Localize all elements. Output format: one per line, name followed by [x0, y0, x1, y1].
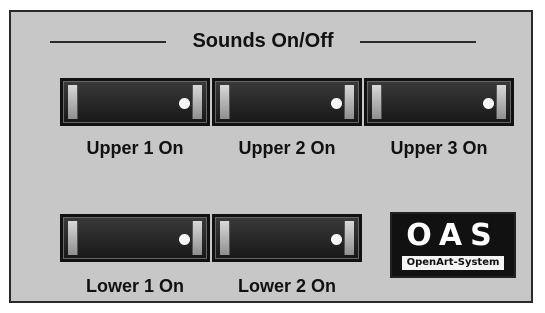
oas-logo-mark: OAS	[406, 218, 500, 253]
upper-3-label: Upper 3 On	[390, 138, 488, 158]
section-header: Sounds On/Off	[50, 28, 476, 54]
upper-2-label: Upper 2 On	[238, 138, 336, 158]
lower-1-toggle-button[interactable]	[60, 214, 210, 262]
indicator-dot-icon	[331, 98, 342, 109]
title-divider-right	[360, 41, 476, 43]
upper-1-toggle-button[interactable]	[60, 78, 210, 126]
lower-2-label: Lower 2 On	[237, 276, 336, 296]
oas-logo-subtitle: OpenArt-System	[402, 256, 504, 270]
indicator-dot-icon	[179, 234, 190, 245]
indicator-dot-icon	[331, 234, 342, 245]
lower-1-label: Lower 1 On	[85, 276, 184, 296]
upper-2-toggle-button[interactable]	[212, 78, 362, 126]
title-divider-left	[50, 41, 166, 43]
upper-1-label: Upper 1 On	[86, 138, 184, 158]
lower-2-toggle-button[interactable]	[212, 214, 362, 262]
section-title: Sounds On/Off	[192, 30, 334, 52]
upper-3-toggle-button[interactable]	[364, 78, 514, 126]
indicator-dot-icon	[179, 98, 190, 109]
indicator-dot-icon	[483, 98, 494, 109]
oas-logo: OAS OpenArt-System	[390, 212, 516, 278]
